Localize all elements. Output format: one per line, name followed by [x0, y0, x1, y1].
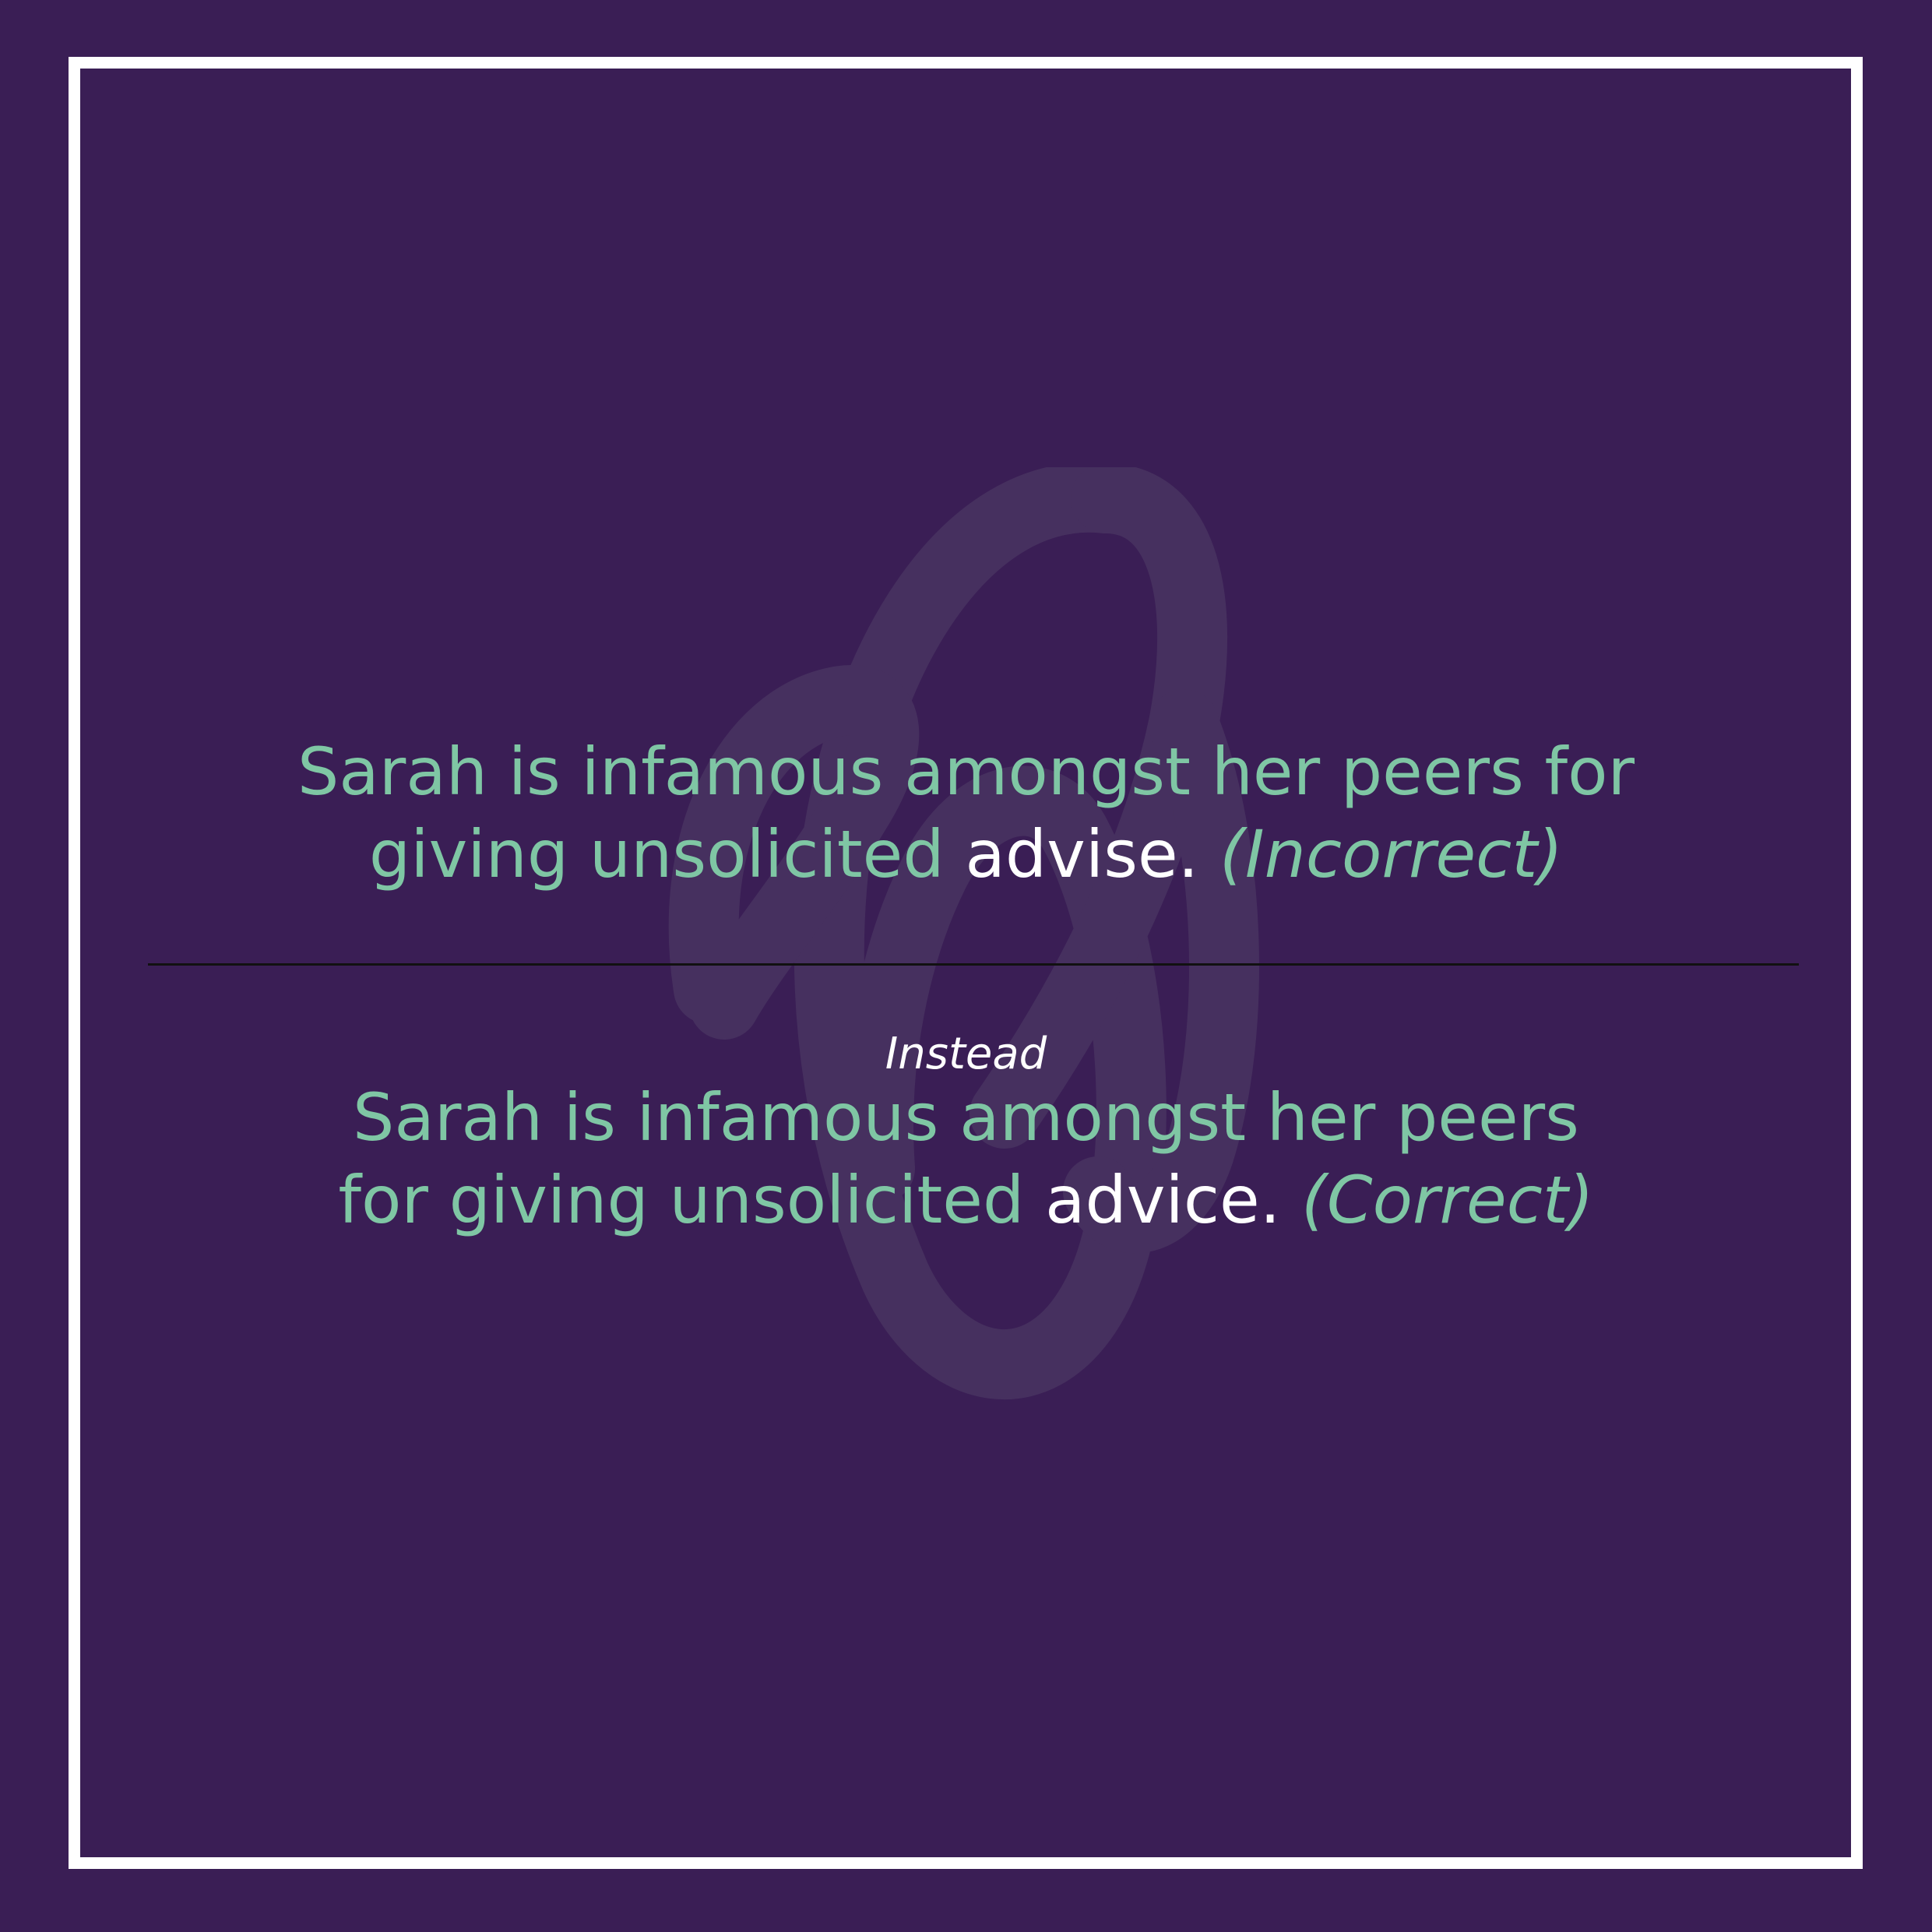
correct-highlight-word: advice. [1045, 1162, 1281, 1238]
cursive-g-logo-icon [668, 467, 1259, 1399]
incorrect-sentence: Sarah is infamous amongst her peers for … [0, 730, 1932, 896]
incorrect-line-1: Sarah is infamous amongst her peers for [297, 734, 1635, 810]
correct-sentence: Sarah is infamous amongst her peers for … [0, 1076, 1932, 1241]
incorrect-highlight-word: advise. [965, 816, 1199, 892]
incorrect-line-2: giving unsolicited [368, 816, 966, 892]
correct-line-1: Sarah is infamous amongst her peers [353, 1079, 1579, 1156]
correct-verdict: (Correct) [1301, 1162, 1594, 1238]
instead-label: Instead [885, 1029, 1047, 1079]
incorrect-verdict: (Incorrect) [1219, 816, 1564, 892]
correct-line-2: for giving unsolicited [338, 1162, 1046, 1238]
divider-line [148, 963, 1799, 966]
